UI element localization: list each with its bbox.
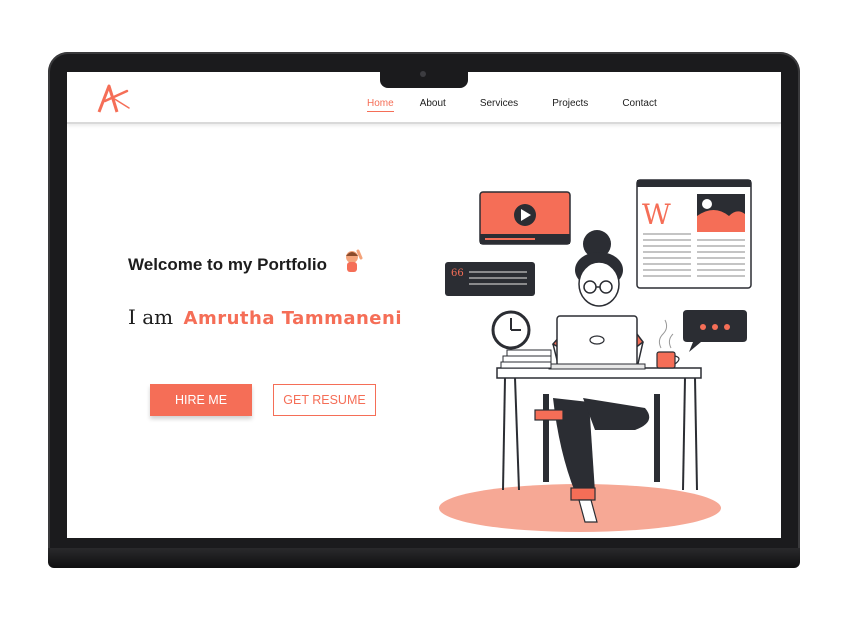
- logo-icon[interactable]: [95, 82, 133, 114]
- quote-card-icon: 66: [445, 262, 535, 296]
- coffee-mug-icon: [656, 319, 680, 369]
- nav-projects[interactable]: Projects: [552, 98, 588, 112]
- waving-hand-icon: [346, 249, 363, 272]
- hero-illustration: 66 W: [439, 179, 752, 532]
- intro-line: I am Amrutha Tammaneni: [128, 305, 402, 329]
- nav-contact[interactable]: Contact: [622, 98, 656, 112]
- nav-about[interactable]: About: [420, 98, 446, 112]
- laptop-base: [48, 548, 800, 568]
- books-icon: [500, 349, 552, 369]
- browser-screen: Home About Services Projects Contact Wel…: [67, 72, 781, 538]
- desk-laptop-icon: [548, 315, 646, 370]
- nav-links: Home About Services Projects Contact: [367, 98, 691, 112]
- person-name: Amrutha Tammaneni: [183, 308, 402, 329]
- camera-icon: [420, 71, 426, 77]
- welcome-heading: Welcome to my Portfolio: [128, 255, 327, 274]
- clock-icon: [491, 310, 531, 350]
- video-player-icon: [479, 191, 571, 245]
- chat-bubble-icon: [683, 310, 747, 352]
- article-card-icon: W: [636, 179, 752, 289]
- nav-services[interactable]: Services: [480, 98, 518, 112]
- wiki-letter: W: [642, 198, 671, 231]
- hire-me-button[interactable]: HIRE ME: [150, 384, 252, 416]
- nav-home[interactable]: Home: [367, 98, 394, 112]
- get-resume-button[interactable]: GET RESUME: [273, 384, 376, 416]
- intro-prefix: I am: [128, 305, 174, 329]
- svg-text:66: 66: [451, 268, 464, 279]
